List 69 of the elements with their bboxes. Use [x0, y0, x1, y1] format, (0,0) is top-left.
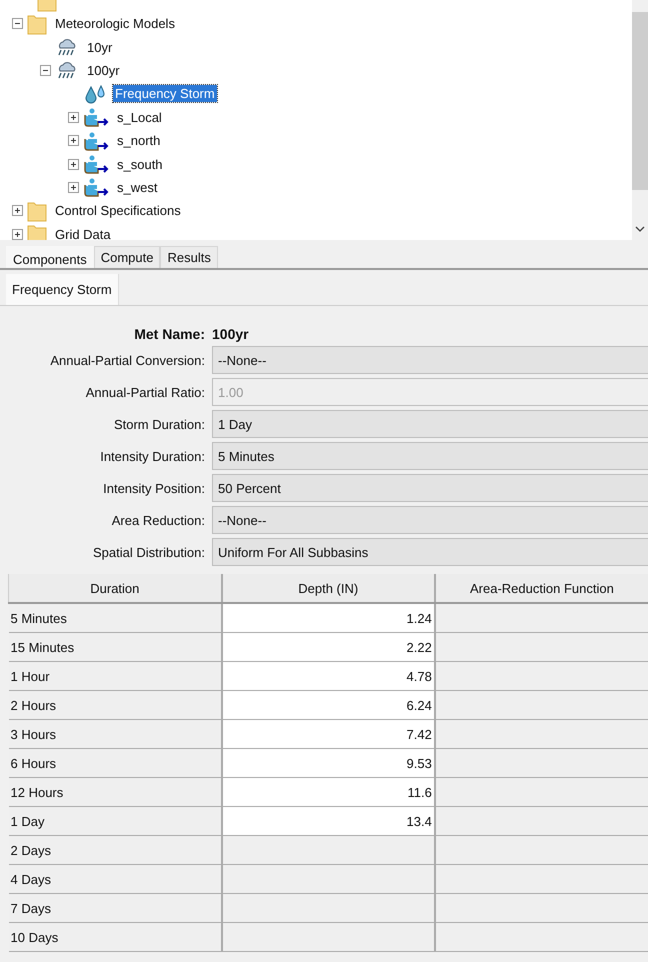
folder-icon: [27, 200, 47, 222]
field-label: Spatial Distribution:: [92, 544, 205, 560]
field-label: Intensity Duration:: [99, 448, 205, 464]
dropdown[interactable]: 5 Minutes: [212, 442, 648, 470]
field-label: Annual-Partial Conversion:: [49, 352, 205, 368]
table-cell[interactable]: 6.24: [222, 690, 435, 720]
table-cell: 10 Days: [8, 922, 222, 952]
dropdown[interactable]: 50 Percent: [212, 474, 648, 502]
expand-icon[interactable]: [68, 112, 79, 123]
field-label: Intensity Position:: [102, 480, 205, 496]
tree-item[interactable]: Meteorologic Models: [53, 15, 177, 32]
tree-item[interactable]: 10yr: [85, 38, 114, 56]
table-cell: 4 Days: [8, 864, 222, 894]
tree-item[interactable]: s_south: [115, 156, 165, 173]
field-label: Annual-Partial Ratio:: [84, 384, 205, 400]
dropdown[interactable]: 1 Day: [212, 410, 648, 438]
expand-icon[interactable]: [68, 158, 79, 170]
tab[interactable]: Results: [160, 246, 218, 268]
table-cell[interactable]: 13.4: [222, 806, 435, 836]
table-cell[interactable]: 7.42: [222, 720, 435, 748]
table-cell: 5 Minutes: [8, 603, 222, 632]
field-label: Storm Duration:: [112, 416, 205, 432]
tab[interactable]: Components: [6, 246, 94, 268]
tab[interactable]: Compute: [94, 246, 160, 268]
tree-item[interactable]: Frequency Storm: [113, 85, 217, 102]
expand-icon[interactable]: [68, 182, 79, 193]
dropdown[interactable]: --None--: [212, 346, 648, 374]
table-cell[interactable]: 9.53: [222, 748, 435, 778]
tree-item[interactable]: Grid Data: [53, 226, 113, 240]
tree-item[interactable]: Control Specifications: [53, 202, 183, 220]
tree-item[interactable]: s_north: [115, 132, 162, 150]
table-cell: 1 Hour: [8, 662, 222, 690]
tab[interactable]: Frequency Storm: [6, 274, 119, 305]
table-cell: 1 Day: [8, 806, 222, 836]
expand-icon[interactable]: [68, 135, 79, 146]
dropdown[interactable]: Uniform For All Subbasins: [212, 538, 648, 566]
table-cell[interactable]: 4.78: [222, 662, 435, 690]
table-cell: 2 Days: [8, 836, 222, 864]
water-drops-icon: [83, 84, 107, 104]
field-label: Area Reduction:: [110, 512, 205, 528]
column-header[interactable]: Area-Reduction Function: [434, 574, 648, 603]
table-cell[interactable]: 11.6: [222, 778, 435, 806]
tree-item[interactable]: s_west: [115, 178, 160, 196]
basin-arrow-icon: [83, 154, 109, 174]
dropdown[interactable]: --None--: [212, 506, 648, 534]
table-cell: 3 Hours: [8, 720, 222, 748]
table-cell: 2 Hours: [8, 690, 222, 720]
basin-arrow-icon: [83, 177, 109, 198]
expand-icon[interactable]: [12, 228, 23, 240]
column-header[interactable]: Depth (IN): [222, 574, 435, 603]
field-label: Met Name:: [133, 326, 205, 342]
column-header[interactable]: Duration: [8, 574, 222, 603]
table-cell: 15 Minutes: [8, 632, 222, 662]
table-cell[interactable]: 1.24: [222, 603, 435, 632]
basin-arrow-icon: [83, 107, 109, 128]
tree-item[interactable]: 100yr: [85, 62, 122, 79]
scrollbar[interactable]: [632, 0, 648, 240]
folder-icon: [27, 223, 47, 240]
collapse-icon[interactable]: [12, 18, 23, 30]
scroll-thumb[interactable]: [632, 12, 648, 190]
basin-arrow-icon: [83, 130, 109, 151]
table-cell: 6 Hours: [8, 748, 222, 778]
met-name-value: 100yr: [212, 326, 250, 342]
table-cell[interactable]: 2.22: [222, 632, 435, 662]
expand-icon[interactable]: [12, 205, 23, 216]
tree-item[interactable]: s_Local: [115, 108, 164, 126]
table-cell: 7 Days: [8, 894, 222, 922]
table-cell: 12 Hours: [8, 778, 222, 806]
collapse-icon[interactable]: [40, 64, 51, 76]
